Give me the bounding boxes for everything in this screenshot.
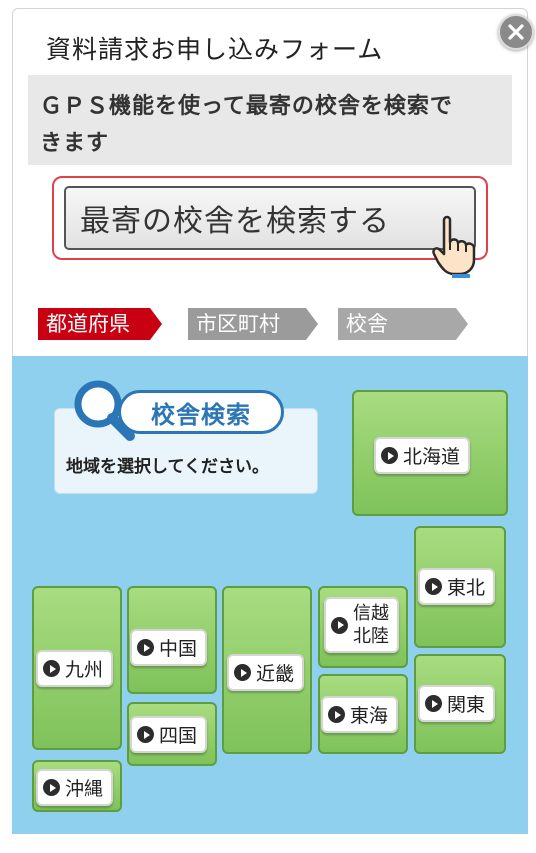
step-city: 市区町村 xyxy=(188,308,318,340)
region-label-tokai[interactable]: 東海 xyxy=(321,696,399,733)
close-button[interactable] xyxy=(498,14,534,50)
play-bullet-icon xyxy=(137,726,154,743)
play-bullet-icon xyxy=(328,706,345,723)
search-button-frame: 最寄の校舎を検索する xyxy=(52,176,488,260)
school-search-header: 校舎検索 xyxy=(118,390,284,434)
gps-line-1: ＧＰＳ機能を使って最寄の校舎を検索で xyxy=(40,94,453,119)
region-label-kinki[interactable]: 近畿 xyxy=(227,654,305,691)
instruction-text: 地域を選択してください。 xyxy=(66,457,269,477)
play-bullet-icon xyxy=(43,660,60,677)
play-bullet-icon xyxy=(137,639,154,656)
play-bullet-icon xyxy=(234,664,251,681)
pointing-hand-icon xyxy=(432,215,476,278)
region-label-tohoku[interactable]: 東北 xyxy=(418,568,496,605)
play-bullet-icon xyxy=(331,616,348,634)
search-nearest-school-button[interactable]: 最寄の校舎を検索する xyxy=(64,186,476,250)
region-label-shinetsu-hokuriku[interactable]: 信越 北陸 xyxy=(324,597,399,653)
close-icon xyxy=(508,24,524,40)
play-bullet-icon xyxy=(425,578,442,595)
step-prefecture: 都道府県 xyxy=(38,308,162,340)
play-bullet-icon xyxy=(425,695,442,712)
region-label-kyushu[interactable]: 九州 xyxy=(36,650,114,687)
step-school: 校舎 xyxy=(338,308,468,340)
region-label-shikoku[interactable]: 四国 xyxy=(130,716,208,753)
region-label-hokkaido[interactable]: 北海道 xyxy=(374,437,471,474)
region-label-kanto[interactable]: 関東 xyxy=(418,685,496,722)
play-bullet-icon xyxy=(43,779,60,796)
gps-line-2: きます xyxy=(40,131,110,156)
form-title: 資料請求お申し込みフォーム xyxy=(46,35,384,64)
region-label-chugoku[interactable]: 中国 xyxy=(130,629,208,666)
region-label-okinawa[interactable]: 沖縄 xyxy=(36,769,114,806)
gps-description: ＧＰＳ機能を使って最寄の校舎を検索で きます xyxy=(28,75,512,165)
magnifier-icon xyxy=(74,380,135,441)
play-bullet-icon xyxy=(381,447,398,464)
